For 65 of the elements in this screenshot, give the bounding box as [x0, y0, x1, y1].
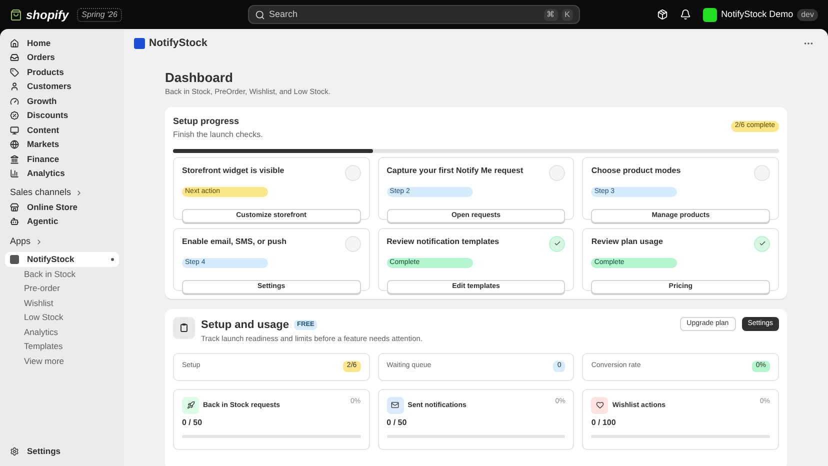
- nav-item[interactable]: Growth: [27, 94, 57, 108]
- section-title: Setup and usage: [201, 318, 290, 333]
- sub-nav-item[interactable]: Analytics: [24, 326, 58, 339]
- nav-item[interactable]: Settings: [27, 445, 61, 458]
- inbox-icon: [10, 53, 19, 62]
- usage-count: 0 / 50: [182, 416, 204, 428]
- tag-icon: [10, 68, 19, 77]
- usage-count: 0 / 100: [591, 416, 617, 428]
- task-title: Storefront widget is visible: [182, 164, 284, 177]
- bell-icon[interactable]: [680, 9, 692, 20]
- nav-item[interactable]: Markets: [27, 138, 60, 152]
- gauge-icon: [10, 96, 19, 106]
- package-icon[interactable]: [657, 9, 668, 20]
- task-title: Enable email, SMS, or push: [182, 236, 286, 248]
- nav-item[interactable]: Analytics: [27, 167, 65, 180]
- task-title: Review plan usage: [591, 236, 664, 248]
- nav-item[interactable]: Customers: [27, 80, 72, 94]
- sub-nav-item[interactable]: View more: [24, 354, 64, 368]
- nav-item[interactable]: Discounts: [27, 109, 68, 122]
- monitor-icon: [10, 126, 19, 135]
- nav-item[interactable]: Online Store: [27, 200, 78, 214]
- store-avatar[interactable]: [703, 8, 718, 22]
- section-heading[interactable]: Sales channels: [10, 186, 72, 200]
- search-icon: [255, 10, 265, 20]
- bank-icon: [10, 154, 19, 164]
- clipboard-icon: [173, 316, 195, 339]
- nav-item[interactable]: Finance: [27, 152, 60, 166]
- card-title: Setup progress: [173, 115, 240, 128]
- home-icon: [10, 38, 19, 48]
- app-nav-item[interactable]: NotifyStock: [5, 252, 119, 267]
- robot-icon: [10, 217, 19, 226]
- sub-nav-item[interactable]: Pre-order: [24, 282, 60, 296]
- sub-nav-item[interactable]: Wishlist: [24, 296, 54, 310]
- nav-item[interactable]: Products: [27, 66, 64, 79]
- card-subtitle: Finish the launch checks.: [173, 128, 263, 141]
- brand-logo[interactable]: shopify: [26, 6, 69, 24]
- app-title: NotifyStock: [149, 36, 208, 51]
- page-title: Dashboard: [165, 70, 234, 86]
- search-placeholder: Search: [269, 8, 299, 21]
- app-logo-icon: [134, 38, 145, 49]
- sub-nav-item[interactable]: Low Stock: [24, 311, 64, 324]
- nav-item[interactable]: Content: [27, 124, 60, 137]
- task-title: Review notification templates: [386, 236, 500, 248]
- dev-badge: dev: [797, 8, 818, 20]
- task-title: Choose product modes: [591, 164, 681, 177]
- store-name[interactable]: NotifyStock Demo: [721, 8, 794, 22]
- shopping-bag-icon: [10, 8, 22, 20]
- discount-icon: [10, 111, 19, 120]
- edition-badge: Spring '26: [76, 8, 122, 22]
- bar-chart-icon: [10, 169, 19, 178]
- sub-nav-item[interactable]: Templates: [24, 340, 63, 354]
- globe-icon: [10, 140, 19, 150]
- shortcut-key: K: [562, 8, 573, 20]
- nav-item[interactable]: Home: [27, 36, 51, 50]
- person-icon: [10, 82, 19, 92]
- sub-nav-item[interactable]: Back in Stock: [24, 268, 76, 281]
- task-title: Capture your first Notify Me request: [386, 164, 524, 177]
- search-field[interactable]: Search ⌘ K: [248, 5, 580, 24]
- nav-item[interactable]: Orders: [27, 51, 55, 64]
- settings-icon: [10, 447, 19, 456]
- shortcut-key: ⌘: [544, 8, 558, 20]
- usage-count: 0 / 50: [386, 416, 408, 428]
- section-heading[interactable]: Apps: [10, 235, 31, 249]
- nav-item[interactable]: Agentic: [27, 215, 58, 228]
- store-icon: [10, 202, 19, 212]
